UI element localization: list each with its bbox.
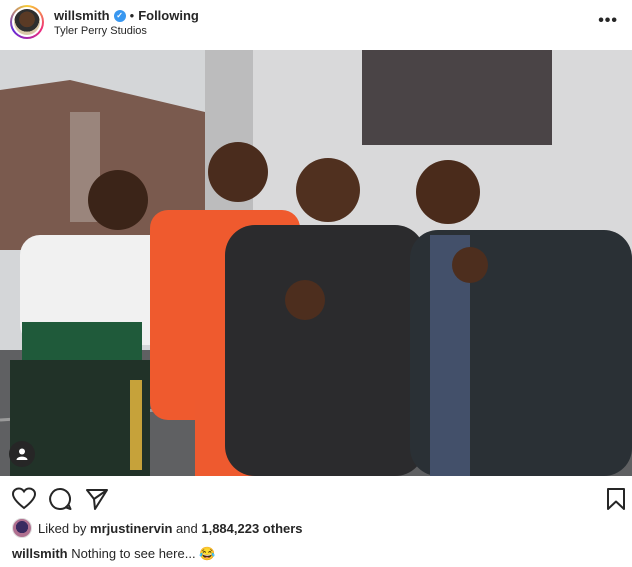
- more-options-icon[interactable]: •••: [598, 12, 618, 30]
- heart-icon[interactable]: [11, 486, 37, 512]
- likes-connector: and: [176, 520, 198, 536]
- profile-avatar[interactable]: [10, 5, 44, 39]
- bookmark-icon[interactable]: [603, 486, 629, 512]
- location-link[interactable]: Tyler Perry Studios: [54, 25, 147, 37]
- caption-text: Nothing to see here... 😂: [71, 546, 216, 561]
- share-icon[interactable]: [84, 486, 110, 512]
- action-bar: [0, 482, 632, 516]
- user-tag-icon[interactable]: [9, 441, 35, 467]
- avatar-image: [14, 9, 40, 35]
- post-photo[interactable]: [0, 50, 632, 476]
- photo-illustration: [0, 50, 632, 476]
- verified-badge-icon: ✓: [113, 9, 126, 22]
- likes-count-link[interactable]: 1,884,223 others: [201, 521, 302, 536]
- separator-dot: •: [129, 8, 135, 23]
- user-line: willsmith ✓ • Following: [54, 8, 199, 23]
- following-button[interactable]: Following: [138, 8, 199, 23]
- post-header: willsmith ✓ • Following Tyler Perry Stud…: [0, 0, 632, 44]
- post-caption: willsmith Nothing to see here... 😂: [12, 546, 215, 562]
- likes-summary: Liked by mrjustinervin and 1,884,223 oth…: [12, 518, 303, 538]
- liker-avatar[interactable]: [12, 518, 32, 538]
- comment-icon[interactable]: [47, 486, 73, 512]
- liker-username-link[interactable]: mrjustinervin: [90, 521, 172, 536]
- caption-username-link[interactable]: willsmith: [12, 546, 68, 561]
- username-link[interactable]: willsmith: [54, 8, 110, 23]
- likes-prefix: Liked by: [38, 520, 87, 536]
